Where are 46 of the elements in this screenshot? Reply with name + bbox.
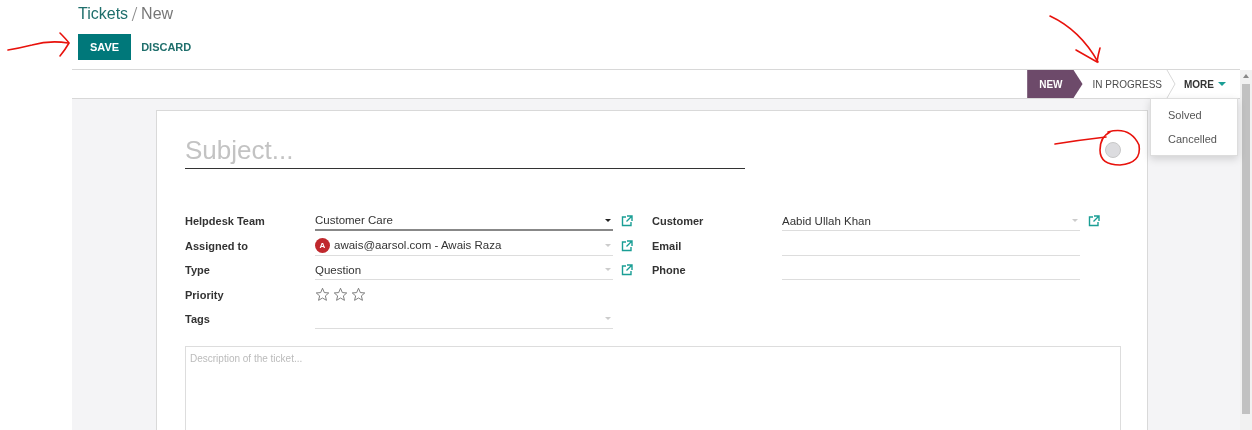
breadcrumb-current: New xyxy=(141,5,174,23)
field-label: Tags xyxy=(185,313,211,326)
discard-button[interactable]: DISCARD xyxy=(131,34,202,60)
breadcrumb-link[interactable]: Tickets xyxy=(78,5,129,23)
field-label: Helpdesk Team xyxy=(185,215,266,228)
star-icon[interactable] xyxy=(315,287,330,303)
field-label: Customer xyxy=(652,215,705,228)
select-field[interactable]: Question xyxy=(315,260,613,281)
menu-item[interactable]: Solved xyxy=(1151,103,1237,127)
save-button[interactable]: SAVE xyxy=(78,34,132,60)
stage-button[interactable]: IN PROGRESS xyxy=(1082,70,1166,98)
caret-icon xyxy=(605,218,611,222)
more-dropdown-button[interactable]: MORE xyxy=(1176,70,1240,98)
stage-button[interactable]: NEW xyxy=(1027,70,1083,98)
field-label: Type xyxy=(185,264,211,277)
select-field[interactable]: Customer Care xyxy=(315,211,613,232)
menu-item[interactable]: Cancelled xyxy=(1151,127,1237,151)
select-field[interactable]: Aabid Ullah Khan xyxy=(782,211,1080,232)
star-icon[interactable] xyxy=(333,287,348,303)
annotation-arrow xyxy=(7,32,70,57)
field-label: Assigned to xyxy=(185,239,249,252)
field-value: Aabid Ullah Khan xyxy=(782,214,872,227)
annotation-arrow xyxy=(1049,15,1101,63)
caret-icon xyxy=(605,243,611,247)
field-label: Priority xyxy=(185,288,225,301)
avatar: A xyxy=(315,237,330,253)
caret-icon xyxy=(605,317,611,321)
caret-icon xyxy=(1072,219,1078,223)
select-field[interactable]: A awais@aarsol.com - Awais Raza xyxy=(315,235,613,256)
field-value: Customer Care xyxy=(315,214,394,227)
field-label: Email xyxy=(652,239,683,252)
scroll-up-icon[interactable] xyxy=(1243,74,1249,78)
caret-icon xyxy=(605,268,611,272)
star-icon[interactable] xyxy=(351,287,366,303)
external-link-icon[interactable] xyxy=(620,264,633,277)
status-indicator-icon[interactable] xyxy=(1105,142,1121,158)
scrollbar[interactable] xyxy=(1240,70,1252,430)
field-label: Phone xyxy=(652,264,687,277)
external-link-icon[interactable] xyxy=(620,215,633,228)
field-value: awais@aarsol.com - Awais Raza xyxy=(334,239,503,252)
description-field[interactable]: Description of the ticket... xyxy=(185,345,1121,430)
external-link-icon[interactable] xyxy=(620,239,633,252)
caret-icon xyxy=(1218,82,1226,86)
external-link-icon[interactable] xyxy=(1087,215,1100,228)
subject-field[interactable]: Subject... xyxy=(185,131,745,169)
field-value: Question xyxy=(315,263,363,276)
